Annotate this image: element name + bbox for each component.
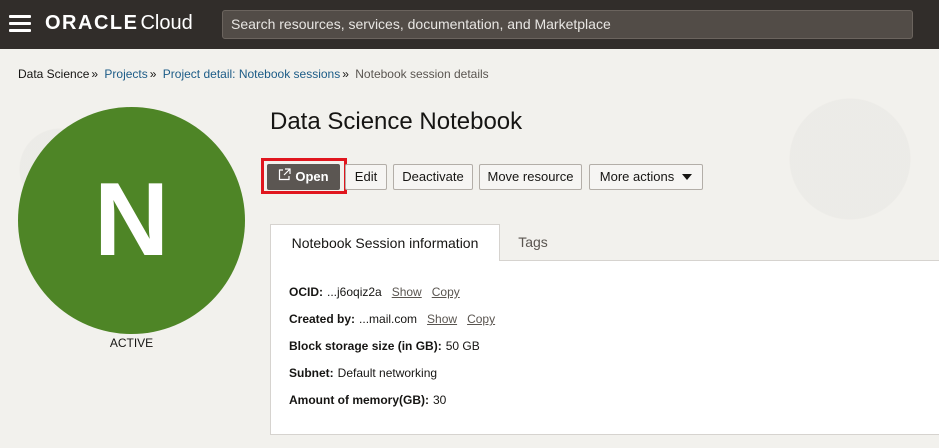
ocid-row: OCID: ...j6oqiz2a Show Copy xyxy=(289,285,460,299)
block-storage-value: 50 GB xyxy=(445,339,480,353)
top-navigation-bar: ORACLE Cloud Search resources, services, … xyxy=(0,0,939,49)
breadcrumb-project-detail[interactable]: Project detail: Notebook sessions xyxy=(163,67,340,81)
block-storage-label: Block storage size (in GB): xyxy=(289,339,442,353)
tab-notebook-session-information[interactable]: Notebook Session information xyxy=(270,224,500,261)
created-by-copy-link[interactable]: Copy xyxy=(467,312,495,326)
breadcrumb-current: Notebook session details xyxy=(355,67,489,81)
created-by-row: Created by: ...mail.com Show Copy xyxy=(289,312,495,326)
hamburger-menu-icon[interactable] xyxy=(9,15,31,33)
move-resource-button[interactable]: Move resource xyxy=(479,164,582,190)
avatar-letter: N xyxy=(93,162,170,278)
more-actions-button[interactable]: More actions xyxy=(589,164,703,190)
status-label: ACTIVE xyxy=(109,336,154,350)
created-by-show-link[interactable]: Show xyxy=(427,312,457,326)
breadcrumb-separator-icon: » xyxy=(149,67,157,81)
brand-main: ORACLE xyxy=(45,12,139,34)
created-by-label: Created by: xyxy=(289,312,356,326)
subnet-value: Default networking xyxy=(337,366,438,380)
page-title: Data Science Notebook xyxy=(270,108,523,135)
caret-down-icon xyxy=(682,173,693,180)
block-storage-row: Block storage size (in GB): 50 GB xyxy=(289,339,480,353)
open-button-label: Open xyxy=(295,169,329,184)
ocid-copy-link[interactable]: Copy xyxy=(432,285,460,299)
action-toolbar: Open Edit Deactivate Move resource More … xyxy=(261,158,721,194)
edit-button[interactable]: Edit xyxy=(345,164,387,190)
memory-row: Amount of memory(GB): 30 xyxy=(289,393,446,407)
tab-tags[interactable]: Tags xyxy=(500,224,566,260)
ocid-value: ...j6oqiz2a xyxy=(327,285,382,299)
oracle-cloud-logo[interactable]: ORACLE Cloud xyxy=(45,12,193,38)
more-actions-label: More actions xyxy=(599,169,675,184)
memory-label: Amount of memory(GB): xyxy=(289,393,429,407)
search-input[interactable]: Search resources, services, documentatio… xyxy=(222,10,913,39)
brand-sub: Cloud xyxy=(140,12,193,34)
created-by-value: ...mail.com xyxy=(359,312,418,326)
deactivate-button[interactable]: Deactivate xyxy=(393,164,473,190)
breadcrumb-separator-icon: » xyxy=(91,67,99,81)
memory-value: 30 xyxy=(433,393,447,407)
resource-avatar: N xyxy=(18,107,245,334)
external-link-icon xyxy=(278,165,291,189)
breadcrumb-projects[interactable]: Projects xyxy=(104,67,147,81)
breadcrumb: Data Science» Projects» Project detail: … xyxy=(18,67,489,81)
ocid-label: OCID: xyxy=(289,285,323,299)
ocid-show-link[interactable]: Show xyxy=(392,285,422,299)
open-button[interactable]: Open xyxy=(267,164,340,190)
details-panel: OCID: ...j6oqiz2a Show Copy Created by: ...m… xyxy=(270,260,939,435)
subnet-label: Subnet: xyxy=(289,366,334,380)
breadcrumb-separator-icon: » xyxy=(342,67,349,81)
subnet-row: Subnet: Default networking xyxy=(289,366,437,380)
breadcrumb-data-science[interactable]: Data Science xyxy=(18,67,89,81)
